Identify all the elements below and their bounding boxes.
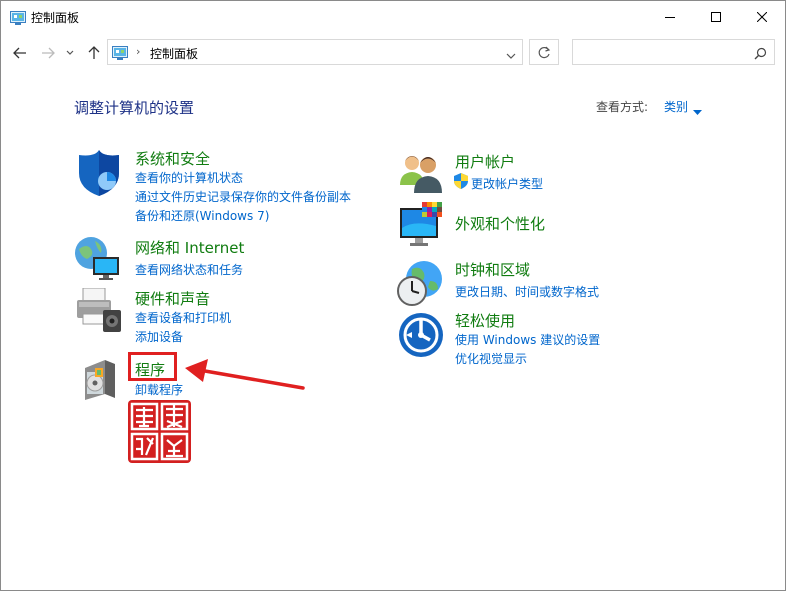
link-view-computer-status[interactable]: 查看你的计算机状态 bbox=[135, 169, 243, 186]
link-change-account-type[interactable]: 更改帐户类型 bbox=[471, 175, 543, 192]
breadcrumb-control-panel[interactable]: 控制面板 bbox=[150, 45, 198, 62]
category-network-internet[interactable]: 网络和 Internet bbox=[135, 237, 244, 258]
recent-locations-button[interactable] bbox=[64, 43, 76, 63]
address-bar[interactable]: › 控制面板 bbox=[107, 39, 523, 65]
highlight-box bbox=[128, 352, 177, 381]
category-appearance-personalization[interactable]: 外观和个性化 bbox=[455, 213, 545, 234]
display-personalization-icon[interactable] bbox=[398, 202, 446, 254]
search-icon[interactable] bbox=[754, 45, 767, 64]
network-globe-icon[interactable] bbox=[73, 235, 123, 285]
link-file-history[interactable]: 通过文件历史记录保存你的文件备份副本 bbox=[135, 188, 351, 205]
forward-button[interactable] bbox=[39, 43, 57, 63]
link-backup-restore[interactable]: 备份和还原(Windows 7) bbox=[135, 207, 269, 224]
link-add-device[interactable]: 添加设备 bbox=[135, 328, 183, 345]
link-change-date-time[interactable]: 更改日期、时间或数字格式 bbox=[455, 283, 599, 300]
control-panel-icon bbox=[112, 45, 128, 64]
printer-icon[interactable] bbox=[73, 287, 123, 338]
search-input[interactable] bbox=[572, 39, 775, 65]
close-button[interactable] bbox=[739, 1, 785, 33]
page-heading: 调整计算机的设置 bbox=[74, 99, 195, 117]
minimize-button[interactable] bbox=[647, 1, 693, 33]
users-icon[interactable] bbox=[398, 151, 444, 199]
uac-shield-icon bbox=[454, 173, 468, 193]
title-bar[interactable]: 控制面板 bbox=[1, 1, 785, 33]
chevron-down-icon[interactable] bbox=[506, 46, 516, 65]
category-ease-of-access[interactable]: 轻松使用 bbox=[455, 310, 515, 331]
ease-of-access-icon[interactable] bbox=[398, 312, 444, 362]
refresh-button[interactable] bbox=[529, 39, 559, 65]
link-devices-printers[interactable]: 查看设备和打印机 bbox=[135, 309, 231, 326]
link-optimize-visual-display[interactable]: 优化视觉显示 bbox=[455, 350, 527, 367]
control-panel-icon bbox=[10, 10, 26, 29]
annotation-arrow bbox=[185, 359, 305, 390]
link-uninstall-program[interactable]: 卸载程序 bbox=[135, 381, 183, 398]
maximize-button[interactable] bbox=[693, 1, 739, 33]
link-recommended-settings[interactable]: 使用 Windows 建议的设置 bbox=[455, 331, 600, 348]
control-panel-window: 控制面板 › 控制面板 调整计算机的设置 查看方式: 类别 系统和安全 查看你的… bbox=[0, 0, 786, 591]
link-network-status[interactable]: 查看网络状态和任务 bbox=[135, 261, 243, 278]
shield-icon[interactable] bbox=[75, 149, 123, 201]
category-user-accounts[interactable]: 用户帐户 bbox=[455, 151, 515, 172]
back-button[interactable] bbox=[11, 43, 29, 63]
view-by-label: 查看方式: bbox=[596, 100, 649, 114]
chevron-down-icon[interactable] bbox=[693, 101, 702, 120]
category-system-security[interactable]: 系统和安全 bbox=[135, 148, 210, 169]
breadcrumb-separator[interactable]: › bbox=[136, 45, 140, 58]
clock-globe-icon[interactable] bbox=[396, 259, 444, 311]
category-clock-region[interactable]: 时钟和区域 bbox=[455, 259, 530, 280]
category-hardware-sound[interactable]: 硬件和声音 bbox=[135, 288, 210, 309]
programs-icon[interactable] bbox=[81, 358, 125, 406]
up-button[interactable] bbox=[85, 43, 103, 63]
view-by-dropdown[interactable]: 类别 bbox=[664, 98, 688, 115]
seal-stamp bbox=[127, 399, 192, 464]
window-title: 控制面板 bbox=[31, 11, 80, 25]
